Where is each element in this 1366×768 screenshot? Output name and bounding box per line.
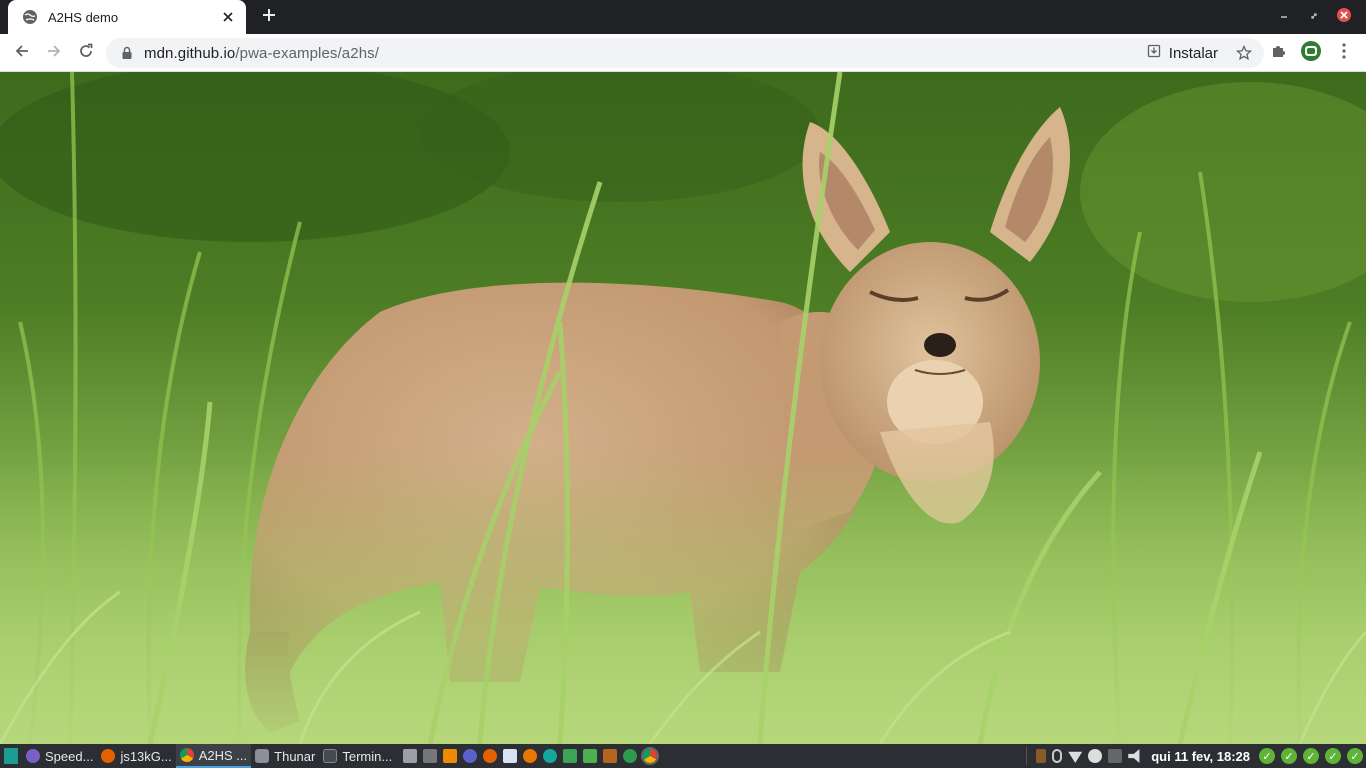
taskbar-item-a2hs[interactable]: A2HS ... (175, 744, 252, 768)
taskbar-item-terminal[interactable]: Termin... (319, 744, 396, 768)
install-app-button[interactable]: Instalar (1147, 38, 1218, 68)
extensions-button[interactable] (1269, 43, 1289, 63)
taskbar-item-speed[interactable]: Speed... (22, 744, 97, 768)
new-tab-button[interactable] (258, 6, 280, 28)
attachment-icon[interactable] (1052, 749, 1063, 763)
close-window-button[interactable] (1334, 7, 1354, 27)
check-icon[interactable]: ✓ (1325, 748, 1341, 764)
tab-a2hs-demo[interactable]: A2HS demo (8, 0, 246, 34)
taskbar-item-label: Termin... (342, 748, 393, 764)
url-text[interactable]: mdn.github.io/pwa-examples/a2hs/ (144, 45, 379, 62)
forward-button[interactable] (40, 39, 68, 67)
vlc-icon[interactable] (443, 749, 458, 763)
restore-icon (1309, 8, 1319, 26)
star-icon[interactable] (1235, 44, 1253, 61)
fox-in-grass-image (0, 72, 1366, 744)
close-window-icon (1336, 7, 1352, 28)
check-icon[interactable]: ✓ (1259, 748, 1275, 764)
launcher-tray (400, 744, 660, 768)
launcher-icon[interactable] (623, 749, 638, 763)
info-icon[interactable] (1088, 749, 1103, 763)
install-label: Instalar (1168, 44, 1218, 62)
notification-tray: ✓ ✓ ✓ ✓ ✓ (1256, 744, 1366, 768)
check-icon[interactable]: ✓ (1303, 748, 1319, 764)
taskbar-item-label: js13kG... (120, 748, 172, 764)
minimize-button[interactable] (1274, 7, 1294, 27)
menu-button[interactable] (1334, 42, 1354, 64)
taskbar-item-label: Thunar (274, 748, 316, 764)
taskbar-separator (1026, 747, 1028, 765)
profile-button[interactable] (1301, 40, 1321, 63)
page-content (0, 72, 1366, 744)
profile-icon (1300, 40, 1322, 67)
launcher-icon[interactable] (563, 749, 578, 763)
battery-icon[interactable] (1036, 749, 1047, 763)
restore-button[interactable] (1304, 7, 1324, 27)
tab-title: A2HS demo (48, 9, 119, 25)
folder-icon (255, 749, 270, 763)
launcher-icon[interactable] (463, 749, 478, 763)
clock[interactable]: qui 11 fev, 18:28 (1151, 749, 1250, 764)
launcher-icon[interactable] (603, 749, 618, 763)
system-tray (1033, 744, 1145, 768)
browser-toolbar: mdn.github.io/pwa-examples/a2hs/ Instala… (0, 34, 1366, 72)
taskbar-item-thunar[interactable]: Thunar (251, 744, 319, 768)
taskbar-item-js13k[interactable]: js13kG... (97, 744, 175, 768)
launcher-icon[interactable] (423, 749, 438, 763)
firefox-icon (101, 749, 116, 763)
chrome-icon (179, 748, 194, 762)
back-button[interactable] (8, 39, 36, 67)
puzzle-icon (1271, 43, 1287, 64)
volume-icon[interactable] (1128, 749, 1140, 763)
url-host: mdn.github.io (144, 44, 236, 62)
document-icon[interactable] (503, 749, 518, 763)
reload-icon (78, 43, 94, 64)
close-icon[interactable] (220, 9, 236, 25)
taskbar-item-label: A2HS ... (198, 747, 248, 763)
launcher-icon[interactable] (543, 749, 558, 763)
lock-icon[interactable] (120, 46, 134, 60)
terminal-icon (323, 749, 338, 763)
firefox-icon[interactable] (483, 749, 498, 763)
app-menu-button[interactable] (0, 744, 22, 768)
minimize-icon (1279, 8, 1289, 26)
app-menu-icon (4, 748, 18, 764)
taskbar: Speed... js13kG... A2HS ... Thunar Termi… (0, 744, 1366, 768)
reload-button[interactable] (72, 39, 100, 67)
install-icon (1147, 44, 1161, 63)
blender-icon[interactable] (523, 749, 538, 763)
mute-icon[interactable] (1108, 749, 1123, 763)
plus-icon (262, 8, 276, 27)
launcher-icon[interactable] (583, 749, 598, 763)
check-icon[interactable]: ✓ (1347, 748, 1363, 764)
address-bar[interactable]: mdn.github.io/pwa-examples/a2hs/ Instala… (106, 38, 1264, 68)
check-icon[interactable]: ✓ (1281, 748, 1297, 764)
kebab-menu-icon (1342, 42, 1346, 64)
url-path: /pwa-examples/a2hs/ (235, 44, 379, 62)
taskbar-item-label: Speed... (45, 748, 94, 764)
tab-strip: A2HS demo (0, 0, 1366, 34)
back-arrow-icon (14, 43, 30, 64)
launcher-icon[interactable] (403, 749, 418, 763)
chrome-icon[interactable] (641, 747, 660, 765)
globe-icon (22, 9, 38, 25)
forward-arrow-icon (46, 43, 62, 64)
app-icon (26, 749, 40, 763)
wifi-icon[interactable] (1068, 751, 1083, 763)
